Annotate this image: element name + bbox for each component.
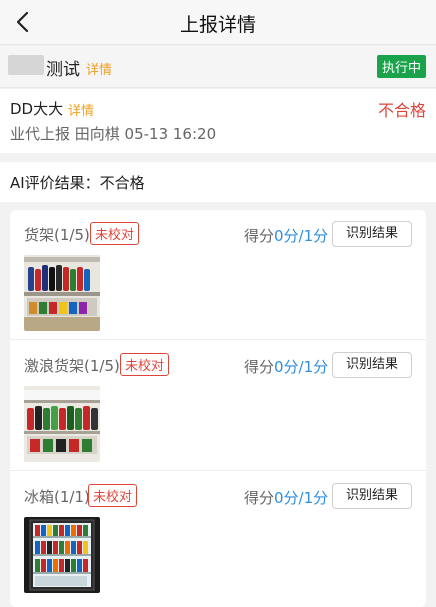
store-detail-link[interactable]: 详情: [86, 59, 112, 78]
score: 得分0分/1分: [244, 225, 328, 246]
score-value[interactable]: 0分/1分: [274, 489, 328, 507]
score-label: 得分: [244, 358, 275, 376]
list-item: 冰箱(1/1) 未校对 得分0分/1分 识别结果: [10, 472, 426, 602]
report-result: 不合格: [377, 101, 426, 120]
score-value[interactable]: 0分/1分: [274, 227, 328, 245]
category-label: 货架(1/5): [24, 226, 90, 244]
recognition-result-button[interactable]: 识别结果: [332, 483, 412, 509]
recognition-result-button[interactable]: 识别结果: [332, 352, 412, 378]
page-title: 上报详情: [179, 14, 256, 36]
shelf-photo[interactable]: [24, 386, 100, 462]
reporter-name: DD大大: [10, 100, 64, 118]
report-meta: 业代上报 田向棋 05-13 16:20: [10, 125, 217, 143]
ai-result-text: AI评价结果：不合格: [10, 174, 145, 192]
category-list: 货架(1/5) 未校对 得分0分/1分 识别结果 激浪货架(1/5) 未校对 得…: [10, 210, 426, 607]
unverified-badge: 未校对: [120, 353, 170, 376]
score: 得分0分/1分: [244, 487, 328, 508]
store-row: 测试 详情 执行中: [0, 46, 436, 88]
list-item: 货架(1/5) 未校对 得分0分/1分 识别结果: [10, 210, 426, 340]
ai-result-row: AI评价结果：不合格: [0, 162, 436, 202]
shelf-photo[interactable]: [24, 255, 100, 331]
score-label: 得分: [244, 489, 275, 507]
store-name: 测试: [46, 60, 80, 80]
recognition-result-button[interactable]: 识别结果: [332, 221, 412, 247]
report-summary: DD大大 详情 不合格 业代上报 田向棋 05-13 16:20: [0, 89, 436, 153]
unverified-badge: 未校对: [90, 222, 140, 245]
reporter-detail-link[interactable]: 详情: [68, 100, 94, 119]
category-label: 激浪货架(1/5): [24, 357, 120, 375]
store-name-blurred: [8, 55, 44, 75]
category-label: 冰箱(1/1): [24, 488, 90, 506]
score: 得分0分/1分: [244, 356, 328, 377]
unverified-badge: 未校对: [88, 484, 138, 507]
list-item: 激浪货架(1/5) 未校对 得分0分/1分 识别结果: [10, 341, 426, 471]
fridge-photo[interactable]: [24, 517, 100, 593]
nav-bar: 上报详情: [0, 0, 436, 45]
score-label: 得分: [244, 227, 275, 245]
score-value[interactable]: 0分/1分: [274, 358, 328, 376]
status-badge: 执行中: [376, 55, 426, 78]
